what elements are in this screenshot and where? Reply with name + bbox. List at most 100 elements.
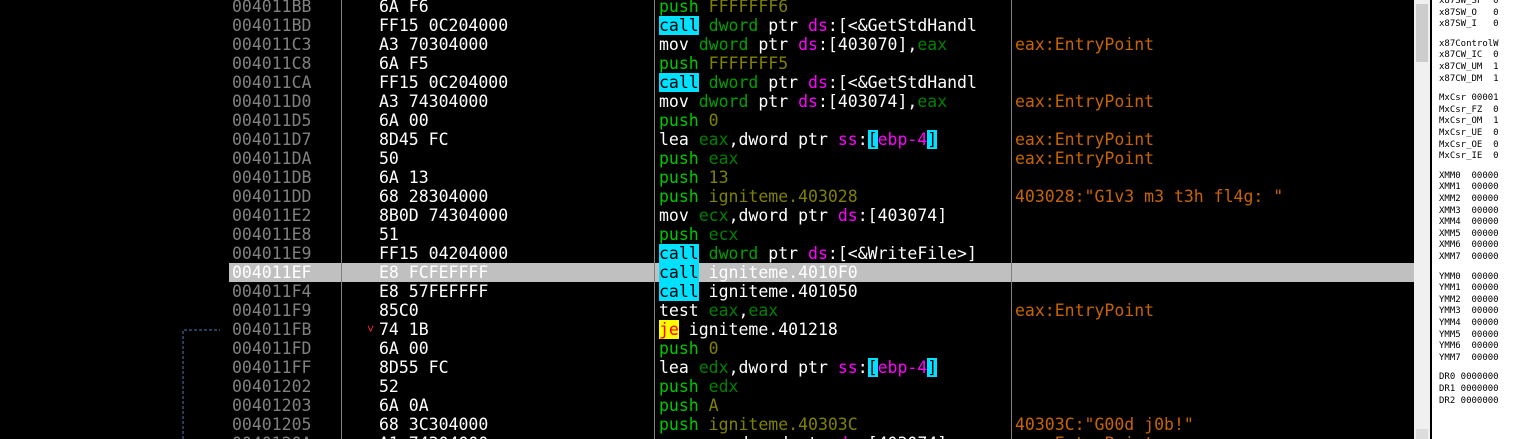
column-separator bbox=[341, 339, 342, 358]
instruction-row[interactable]: 00401205 68 3C304000 push igniteme.40303C 4… bbox=[229, 415, 1414, 434]
asm-token: ptr bbox=[798, 130, 838, 149]
instruction-address: 004011BB bbox=[232, 0, 312, 16]
register-line[interactable]: YMM2 00000 bbox=[1439, 295, 1499, 306]
register-line[interactable]: YMM1 00000 bbox=[1439, 283, 1499, 294]
register-line[interactable]: XMM6 00000 bbox=[1439, 240, 1499, 251]
asm-token: eax bbox=[917, 92, 948, 111]
asm-token: eax bbox=[708, 301, 739, 320]
vertical-scrollbar[interactable] bbox=[1414, 0, 1430, 439]
instruction-row[interactable]: 00401202 52 push edx bbox=[229, 377, 1414, 396]
register-line[interactable]: MxCsr_IE 0 bbox=[1439, 151, 1499, 162]
asm-token: call bbox=[659, 282, 699, 301]
instruction-row[interactable]: 004011DA 50 push eax eax:EntryPoint bbox=[229, 149, 1414, 168]
asm-token: call bbox=[659, 263, 699, 282]
scroll-down-arrow[interactable] bbox=[1416, 429, 1428, 439]
asm-token: ds bbox=[808, 244, 828, 263]
instruction-bytes: A1 74304000 bbox=[379, 434, 488, 439]
instruction-bytes: 6A F6 bbox=[379, 0, 429, 16]
instruction-row[interactable]: 004011E8 51 push ecx bbox=[229, 225, 1414, 244]
instruction-row[interactable]: 004011C8 6A F5 push FFFFFFF5 bbox=[229, 54, 1414, 73]
register-line[interactable]: MxCsr_FZ 0 bbox=[1439, 105, 1499, 116]
column-separator bbox=[654, 301, 655, 320]
asm-token: edx bbox=[708, 377, 739, 396]
register-line[interactable]: XMM1 00000 bbox=[1439, 182, 1499, 193]
column-separator bbox=[654, 244, 655, 263]
column-separator bbox=[1011, 92, 1012, 111]
register-line[interactable]: x87SW_SF 0 bbox=[1439, 0, 1499, 7]
instruction-disassembly: mov dword ptr ds:[403070],eax bbox=[659, 35, 947, 54]
register-line[interactable]: x87ControlW bbox=[1439, 39, 1499, 50]
column-separator bbox=[1011, 73, 1012, 92]
instruction-row[interactable]: 004011F4 E8 57FEFFFF call igniteme.401050 bbox=[229, 282, 1414, 301]
asm-token: eax bbox=[917, 35, 948, 54]
column-separator bbox=[341, 92, 342, 111]
register-line[interactable]: YMM5 00000 bbox=[1439, 330, 1499, 341]
instruction-bytes: 8D45 FC bbox=[379, 130, 449, 149]
instruction-disassembly: push edx bbox=[659, 377, 738, 396]
instruction-row[interactable]: 004011DD 68 28304000 push igniteme.403028 4… bbox=[229, 187, 1414, 206]
instruction-row[interactable]: 004011E2 8B0D 74304000 mov ecx,dword ptr d… bbox=[229, 206, 1414, 225]
instruction-comment: 40303C:"G00d j0b!" bbox=[1015, 415, 1194, 434]
register-line[interactable]: MxCsr_OM 1 bbox=[1439, 116, 1499, 127]
register-line[interactable]: x87CW_IC 0 bbox=[1439, 50, 1499, 61]
register-line[interactable]: x87CW_DM 1 bbox=[1439, 74, 1499, 85]
register-line[interactable]: XMM3 00000 bbox=[1439, 206, 1499, 217]
asm-token: push bbox=[659, 0, 709, 16]
disassembly-listing[interactable]: 004011BB 6A F6 push FFFFFFF6 004011BD FF15 0… bbox=[229, 0, 1414, 439]
instruction-row[interactable]: 004011D5 6A 00 push 0 bbox=[229, 111, 1414, 130]
register-line[interactable]: YMM3 00000 bbox=[1439, 306, 1499, 317]
register-line[interactable]: XMM4 00000 bbox=[1439, 217, 1499, 228]
asm-token: ptr bbox=[798, 358, 838, 377]
register-line[interactable]: x87CW_UM 1 bbox=[1439, 62, 1499, 73]
register-line[interactable]: XMM2 00000 bbox=[1439, 194, 1499, 205]
column-separator bbox=[1011, 320, 1012, 339]
column-separator bbox=[341, 320, 342, 339]
instruction-row[interactable]: 004011D0 A3 74304000 mov dword ptr ds:[403… bbox=[229, 92, 1414, 111]
asm-token: dword bbox=[738, 130, 799, 149]
register-line[interactable]: YMM4 00000 bbox=[1439, 318, 1499, 329]
registers-panel: x87SW_SF 0 x87SW_O 0 x87SW_I 0 x87ControlW x… bbox=[1432, 0, 1517, 439]
register-line[interactable]: YMM7 00000 bbox=[1439, 353, 1499, 364]
register-line[interactable]: MxCsr 00001 bbox=[1439, 93, 1499, 104]
asm-token: ptr bbox=[758, 92, 799, 111]
instruction-row[interactable]: 004011D7 8D45 FC lea eax,dword ptr ss:[ebp… bbox=[229, 130, 1414, 149]
register-line[interactable]: YMM6 00000 bbox=[1439, 341, 1499, 352]
instruction-row[interactable]: 004011E9 FF15 04204000 call dword ptr ds:[… bbox=[229, 244, 1414, 263]
instruction-disassembly: lea edx,dword ptr ss:[ebp-4] bbox=[659, 358, 938, 377]
instruction-row[interactable]: 004011FD 6A 00 push 0 bbox=[229, 339, 1414, 358]
asm-token: dword bbox=[698, 16, 769, 35]
register-line[interactable]: XMM0 00000 bbox=[1439, 171, 1499, 182]
register-line[interactable]: MxCsr_UE 0 bbox=[1439, 128, 1499, 139]
instruction-row[interactable]: 004011C3 A3 70304000 mov dword ptr ds:[403… bbox=[229, 35, 1414, 54]
register-line[interactable]: XMM7 00000 bbox=[1439, 252, 1499, 263]
scrollbar-thumb[interactable] bbox=[1416, 4, 1428, 62]
instruction-row[interactable]: 0040120A A1 74304000 mov eax,dword ptr ds:… bbox=[229, 434, 1414, 439]
instruction-row[interactable]: 004011FB ˅ 74 1B je igniteme.401218 bbox=[229, 320, 1414, 339]
column-separator bbox=[654, 0, 655, 16]
instruction-row[interactable]: 004011FF 8D55 FC lea edx,dword ptr ss:[ebp… bbox=[229, 358, 1414, 377]
instruction-bytes: 8D55 FC bbox=[379, 358, 449, 377]
register-line[interactable]: YMM0 00000 bbox=[1439, 272, 1499, 283]
instruction-bytes: 6A 00 bbox=[379, 111, 429, 130]
register-line[interactable]: XMM5 00000 bbox=[1439, 229, 1499, 240]
asm-token: dword bbox=[698, 92, 759, 111]
register-line[interactable]: DR2 0000000 bbox=[1439, 396, 1499, 407]
instruction-row[interactable]: 004011BD FF15 0C204000 call dword ptr ds:[… bbox=[229, 16, 1414, 35]
register-line[interactable]: MxCsr_OE 0 bbox=[1439, 140, 1499, 151]
register-line[interactable]: x87SW_I 0 bbox=[1439, 19, 1499, 30]
column-separator bbox=[654, 225, 655, 244]
column-separator bbox=[341, 111, 342, 130]
instruction-row[interactable]: 004011BB 6A F6 push FFFFFFF6 bbox=[229, 0, 1414, 16]
asm-token: push bbox=[659, 225, 709, 244]
instruction-row[interactable]: 004011F9 85C0 test eax,eax eax:EntryPoint bbox=[229, 301, 1414, 320]
selected-instruction-row[interactable]: 004011EF E8 FCFEFFFF call igniteme.4010F0 bbox=[229, 263, 1414, 282]
register-line[interactable]: DR0 0000000 bbox=[1439, 372, 1499, 383]
instruction-address: 004011F9 bbox=[232, 301, 312, 320]
register-line[interactable]: x87SW_O 0 bbox=[1439, 8, 1499, 19]
register-line[interactable]: DR1 0000000 bbox=[1439, 384, 1499, 395]
instruction-row[interactable]: 004011DB 6A 13 push 13 bbox=[229, 168, 1414, 187]
instruction-row[interactable]: 00401203 6A 0A push A bbox=[229, 396, 1414, 415]
jump-arrow-line bbox=[182, 329, 220, 439]
instruction-bytes: 68 28304000 bbox=[379, 187, 489, 206]
instruction-row[interactable]: 004011CA FF15 0C204000 call dword ptr ds:[… bbox=[229, 73, 1414, 92]
